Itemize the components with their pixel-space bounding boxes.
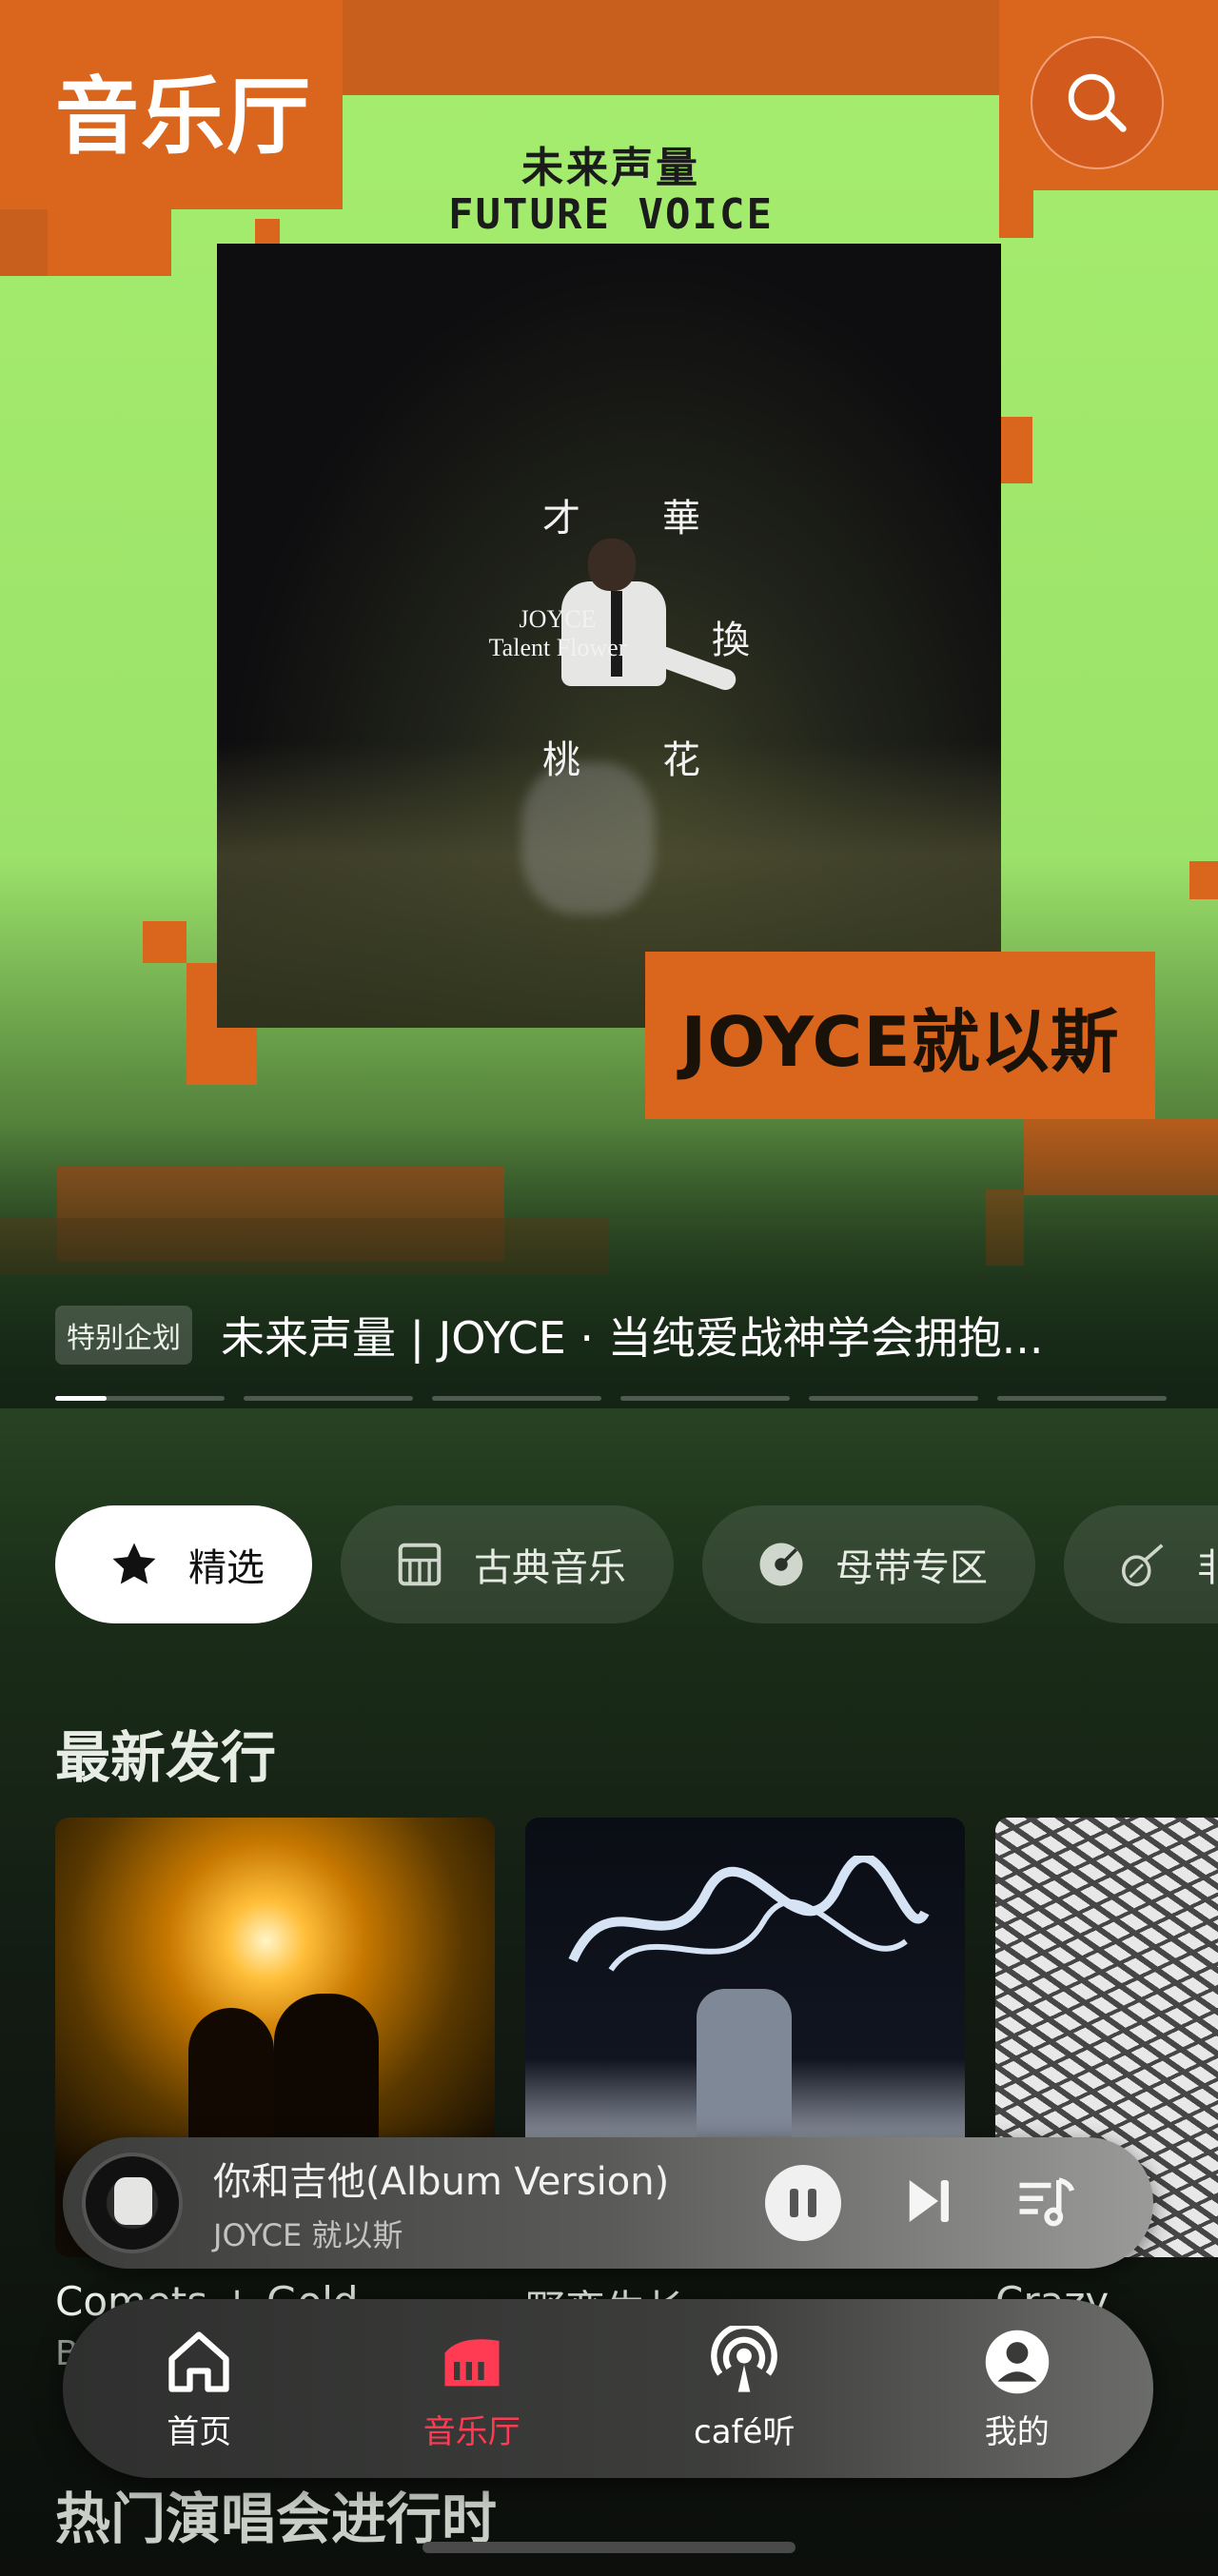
- pause-button[interactable]: [765, 2165, 841, 2241]
- category-chips: 精选 古典音乐 母带专区 非: [55, 1505, 1218, 1623]
- home-icon: [168, 2330, 229, 2392]
- now-playing-info[interactable]: 你和吉他(Album Version) JOYCE 就以斯: [213, 2151, 746, 2255]
- now-playing-artist: JOYCE 就以斯: [213, 2217, 403, 2253]
- star-icon: [112, 1543, 156, 1584]
- pager-dot: [432, 1396, 601, 1401]
- pager-dot: [620, 1396, 790, 1401]
- hero-pixel-block: [1189, 861, 1218, 899]
- chip-classical[interactable]: 古典音乐: [341, 1505, 674, 1623]
- art-char: 華: [662, 497, 700, 541]
- next-icon: [909, 2180, 949, 2222]
- pipa-icon: [1121, 1544, 1164, 1587]
- chip-label: 非: [1197, 1546, 1218, 1590]
- tab-home[interactable]: 首页: [94, 2326, 304, 2452]
- tab-label: 首页: [167, 2412, 232, 2451]
- special-tag: 特别企划: [55, 1306, 192, 1365]
- future-voice-logo: 未来声量 FUTURE VOICE: [440, 133, 782, 239]
- art-en-text: JOYCE Talent Flower: [488, 605, 627, 661]
- player-controls: [765, 2165, 1077, 2241]
- chip-featured[interactable]: 精选: [55, 1505, 312, 1623]
- chip-folk[interactable]: 非: [1064, 1505, 1218, 1623]
- music-hall-icon: [444, 2338, 500, 2386]
- now-playing-song: 你和吉他(Album Version): [213, 2160, 670, 2204]
- logo-cn: 未来声量: [521, 144, 700, 192]
- banner-caption[interactable]: 特别企划 未来声量 | JOYCE · 当纯爱战神学会拥抱...: [55, 1304, 1044, 1367]
- art-char: 花: [662, 738, 700, 782]
- artist-plate-text: JOYCE就以斯: [680, 1001, 1120, 1082]
- banner-pager: [55, 1396, 1167, 1401]
- tab-profile[interactable]: 我的: [913, 2326, 1122, 2452]
- tab-music-hall[interactable]: 音乐厅: [367, 2326, 577, 2452]
- hero-pixel-block: [0, 209, 48, 276]
- hero-pixel-block: [999, 190, 1033, 238]
- hero-pixel-block: [143, 921, 187, 963]
- art-char: 才: [542, 497, 580, 541]
- chip-master[interactable]: 母带专区: [702, 1505, 1035, 1623]
- art-char: 換: [712, 619, 750, 662]
- disc-icon: [759, 1543, 803, 1586]
- figure-reflection: [521, 762, 655, 914]
- album-logo-art: [568, 1856, 930, 1972]
- pause-icon: [790, 2189, 798, 2217]
- music-hall-page: { "header": { "title": "音乐厅" }, "hero": …: [0, 0, 1218, 2576]
- tab-label: 音乐厅: [422, 2412, 521, 2451]
- banner-title: 未来声量 | JOYCE · 当纯爱战神学会拥抱...: [221, 1312, 1044, 1364]
- chip-label: 精选: [188, 1546, 265, 1590]
- hero-banner-image[interactable]: 才 華 換 桃 花 JOYCE Talent Flower: [217, 244, 1001, 1028]
- pager-dot: [997, 1396, 1167, 1401]
- page-title: 音乐厅: [55, 68, 313, 166]
- search-button[interactable]: [1031, 36, 1164, 169]
- bottom-tab-bar: 首页 音乐厅 café听 我的: [63, 2299, 1153, 2478]
- pager-dot-active: [55, 1396, 225, 1401]
- tab-label: 我的: [984, 2412, 1050, 2451]
- chip-label: 古典音乐: [474, 1546, 626, 1590]
- podcast-icon: [711, 2325, 778, 2392]
- tab-cafe[interactable]: café听: [639, 2325, 849, 2452]
- art-char: 桃: [542, 738, 580, 782]
- playlist-icon: [1019, 2177, 1075, 2227]
- now-playing-cover[interactable]: [82, 2153, 183, 2253]
- pager-dot: [809, 1396, 978, 1401]
- tab-label: café听: [694, 2412, 796, 2451]
- playlist-button[interactable]: [1014, 2170, 1077, 2236]
- search-icon: [1068, 73, 1127, 132]
- next-button[interactable]: [896, 2170, 959, 2236]
- home-indicator[interactable]: [422, 2542, 796, 2553]
- piano-icon: [398, 1543, 442, 1586]
- artist-name-plate: JOYCE就以斯: [645, 952, 1155, 1119]
- profile-icon: [985, 2330, 1049, 2393]
- section-title-new-release: 最新发行: [55, 1725, 277, 1790]
- mini-player[interactable]: 你和吉他(Album Version) JOYCE 就以斯: [63, 2137, 1153, 2269]
- pager-dot: [244, 1396, 413, 1401]
- chip-label: 母带专区: [835, 1546, 988, 1590]
- logo-en: FUTURE VOICE: [448, 190, 774, 239]
